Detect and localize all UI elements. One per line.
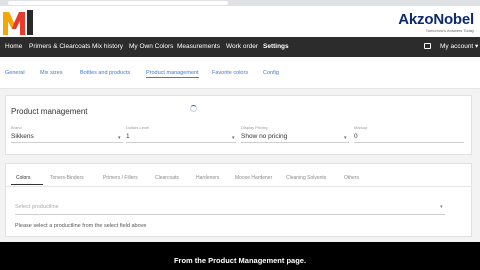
product-tabs-card: Colors Toners-Binders Primers / Fillers … [5,163,472,237]
tab-colors[interactable]: Colors [16,175,30,181]
dollars-level-line [126,142,236,143]
subnav-favorite-colors[interactable]: Favorite colors [212,70,248,76]
app-header: AkzoNobel Tomorrow's Answers Today [0,6,480,37]
nav-my-own-colors[interactable]: My Own Colors [129,37,173,57]
nav-my-account[interactable]: My account ▾ [440,37,478,57]
productline-select-line [15,214,445,215]
tab-moose-hardener[interactable]: Moose Hardener [235,175,272,181]
subnav-product-management[interactable]: Product management [146,70,199,78]
subnav-general[interactable]: General [5,70,25,76]
display-pricing-label: Display Pricing [241,125,268,130]
markup-input[interactable]: 0 [354,133,358,140]
tab-toners-binders[interactable]: Toners-Binders [50,175,84,181]
nav-mix-history[interactable]: Mix history [92,37,123,57]
video-caption-area: From the Product Management page. [0,242,480,270]
dollars-level-input[interactable]: 1 [126,133,130,140]
brand-select[interactable]: Sikkens [11,133,34,140]
subnav-config[interactable]: Config [263,70,279,76]
mixit-logo [2,9,33,36]
main-content: Product management Brand Sikkens ▾ Dolla… [0,89,480,242]
my-account-label: My account [440,43,474,50]
tab-hardeners[interactable]: Hardeners [196,175,219,181]
tab-cleaning-solvents[interactable]: Cleaning Solvents [286,175,326,181]
product-management-card: Product management Brand Sikkens ▾ Dolla… [5,95,472,155]
nav-home[interactable]: Home [5,37,22,57]
nav-primers-clearcoats[interactable]: Primers & Clearcoats [29,37,90,57]
akzonobel-brand: AkzoNobel Tomorrow's Answers Today [398,11,474,34]
markup-label: Markup [354,125,368,130]
markup-line [354,142,464,143]
tab-clearcoats[interactable]: Clearcoats [155,175,179,181]
url-field[interactable] [8,1,228,5]
chevron-down-icon: ▾ [118,135,121,141]
page-title: Product management [11,107,88,116]
monitor-icon[interactable] [424,43,431,49]
nav-work-order[interactable]: Work order [226,37,258,57]
tabs-divider [6,186,471,187]
brand-tagline: Tomorrow's Answers Today [425,28,474,33]
brand-field-label: Brand [11,125,22,130]
video-caption: From the Product Management page. [173,256,307,265]
subnav-mix-sizes[interactable]: Mix sizes [40,70,63,76]
display-pricing-select[interactable]: Show no pricing [241,133,287,140]
settings-subnav: General Mix sizes Bottles and products P… [0,57,480,89]
nav-settings[interactable]: Settings [263,37,289,57]
main-navbar: Home Primers & Clearcoats Mix history My… [0,37,480,57]
active-tab-indicator [11,184,43,185]
subnav-bottles-products[interactable]: Bottles and products [80,70,130,76]
nav-measurements[interactable]: Measurements [177,37,220,57]
chevron-down-icon: ▾ [440,204,443,210]
chevron-down-icon: ▾ [232,135,235,141]
productline-select[interactable]: Select productline [15,204,59,210]
loading-spinner-icon [190,105,197,112]
productline-hint: Please select a productline from the sel… [15,223,147,229]
brand-field-line [11,142,123,143]
dollars-level-label: Dollars Level [126,125,150,130]
tab-primers-fillers[interactable]: Primers / Fillers [103,175,138,181]
brand-name: AkzoNobel [398,11,474,28]
display-pricing-line [241,142,349,143]
tab-others[interactable]: Others [344,175,359,181]
chevron-down-icon: ▾ [344,135,347,141]
